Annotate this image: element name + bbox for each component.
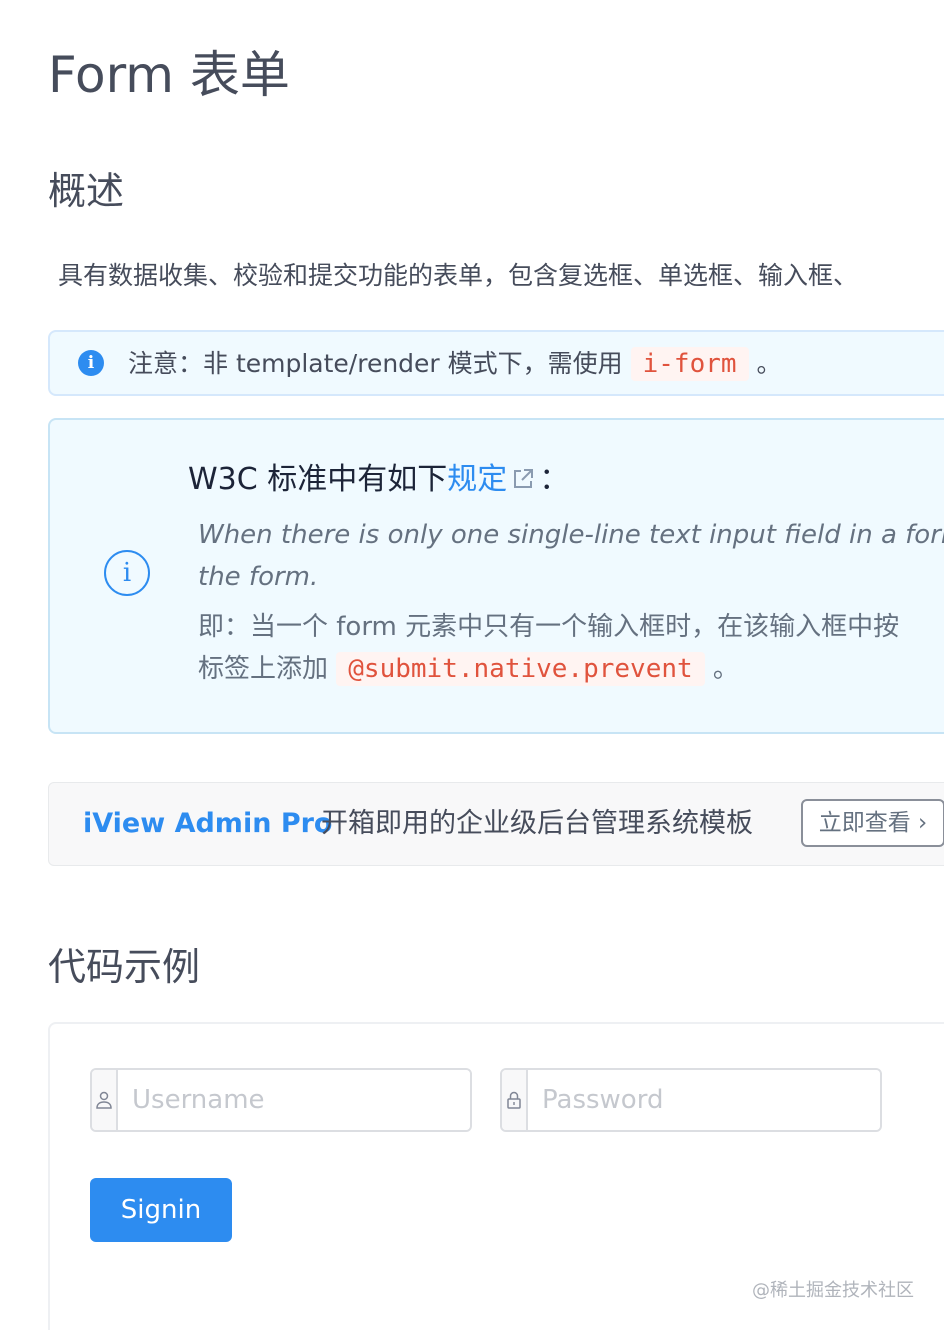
note-cn-line2-before: 标签上添加 — [198, 654, 329, 684]
note-code: @submit.native.prevent — [336, 652, 705, 686]
note-head-after: ： — [539, 462, 570, 497]
w3c-note: i W3C 标准中有如下规定 ： When there is only one s… — [48, 418, 944, 734]
overview-heading: 概述 — [48, 169, 125, 213]
alert-text: 注意：非 template/render 模式下，需使用 i-form 。 — [128, 344, 782, 384]
overview-description: 具有数据收集、校验和提交功能的表单，包含复选框、单选框、输入框、 — [58, 261, 859, 290]
view-now-button[interactable]: 立即查看 › — [801, 799, 944, 847]
note-head-before: W3C 标准中有如下 — [188, 462, 448, 497]
info-circle-icon: i — [104, 550, 150, 596]
password-input[interactable] — [528, 1070, 880, 1130]
note-quote: When there is only one single-line text … — [198, 514, 944, 598]
note-heading: W3C 标准中有如下规定 ： — [188, 458, 569, 504]
alert-text-before: 注意：非 template/render 模式下，需使用 — [128, 349, 623, 378]
watermark: @稀土掘金技术社区 — [752, 1280, 914, 1301]
note-cn-line1: 即：当一个 form 元素中只有一个输入框时，在该输入框中按 — [198, 612, 900, 642]
signin-button[interactable]: Signin — [90, 1178, 232, 1242]
promo-brand[interactable]: iView Admin Pro — [83, 803, 332, 845]
username-group — [90, 1068, 472, 1132]
note-explanation: 即：当一个 form 元素中只有一个输入框时，在该输入框中按 标签上添加 @su… — [198, 606, 899, 690]
user-icon — [92, 1070, 118, 1130]
alert-text-after: 。 — [756, 349, 782, 378]
info-icon: i — [78, 350, 104, 376]
promo-text: 开箱即用的企业级后台管理系统模板 — [321, 808, 753, 839]
lock-icon — [502, 1070, 528, 1130]
note-cn-line2-after: 。 — [712, 654, 739, 684]
info-alert: i 注意：非 template/render 模式下，需使用 i-form 。 — [48, 330, 944, 396]
note-cn-line2: 标签上添加 @submit.native.prevent 。 — [198, 648, 899, 690]
external-link-icon[interactable] — [511, 460, 535, 504]
note-quote-line1: When there is only one single-line text … — [198, 520, 944, 550]
promo-banner: iView Admin Pro 开箱即用的企业级后台管理系统模板 立即查看 › — [48, 782, 944, 866]
alert-code: i-form — [630, 347, 749, 381]
password-group — [500, 1068, 882, 1132]
page: Form 表单 概述 具有数据收集、校验和提交功能的表单，包含复选框、单选框、输… — [0, 0, 944, 1330]
page-title: Form 表单 — [48, 46, 290, 104]
examples-heading: 代码示例 — [48, 945, 201, 989]
username-input[interactable] — [118, 1070, 470, 1130]
note-quote-line2: the form. — [198, 562, 319, 592]
spec-link[interactable]: 规定 — [447, 462, 507, 497]
